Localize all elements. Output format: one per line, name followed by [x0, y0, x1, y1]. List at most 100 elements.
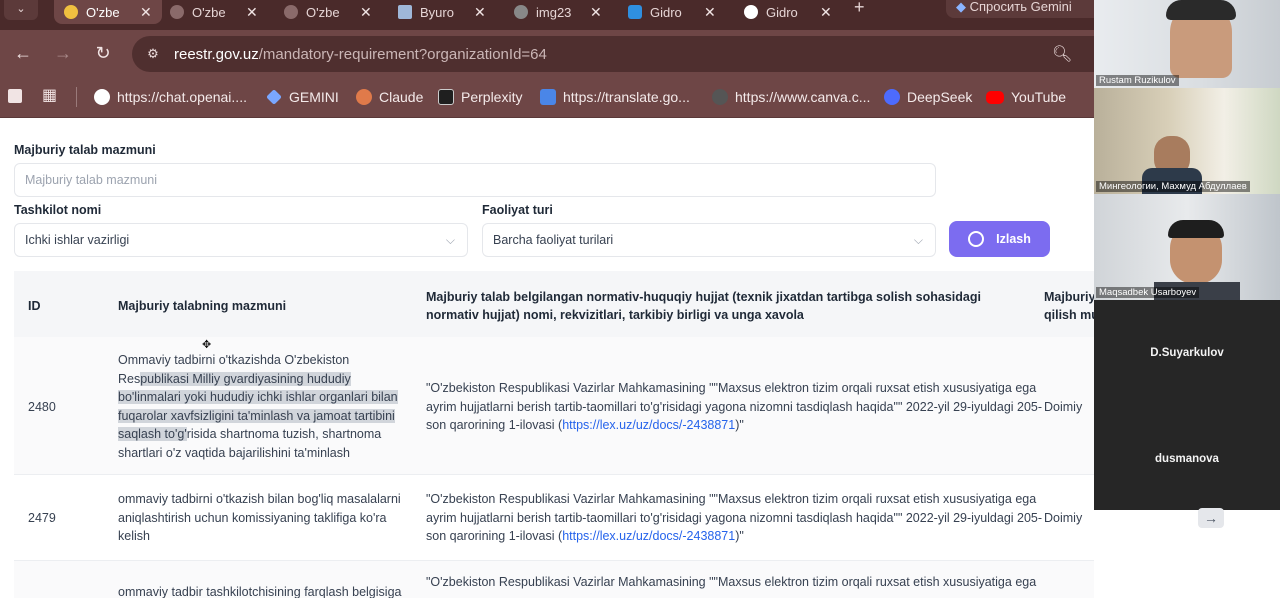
tab-title: img23	[536, 4, 572, 20]
bookmark-chatgpt[interactable]: https://chat.openai....	[94, 86, 247, 108]
close-icon[interactable]: ✕	[820, 4, 832, 21]
bookmark-canva[interactable]: https://www.canva.c...	[712, 86, 870, 108]
content-line: shartlari o'z vaqtida bajarilishini ta'm…	[118, 445, 350, 460]
checkbox-icon[interactable]	[8, 89, 22, 103]
document-line: "O'zbekiston Respublikasi Vazirlar Mahka…	[426, 381, 1037, 395]
search-button[interactable]: Izlash	[949, 221, 1050, 257]
browser-tab-5[interactable]: img23 ✕	[504, 0, 612, 24]
column-header-term-line2: qilish mu	[1044, 308, 1094, 322]
tab-title: O'zbe	[192, 4, 226, 20]
browser-tab-bar: ⌄ O'zbe ✕ O'zbe ✕ O'zbe ✕ Byuro ✕ img23 …	[0, 0, 1280, 30]
close-icon[interactable]: ✕	[360, 4, 372, 21]
tab-favicon-icon	[64, 5, 78, 19]
browser-tab-3[interactable]: O'zbe ✕	[274, 0, 382, 24]
content-search-input[interactable]: Majburiy talab mazmuni	[14, 163, 936, 197]
row-id: 2480	[28, 400, 56, 414]
globe-icon	[712, 89, 728, 105]
document-text: )"	[735, 529, 744, 543]
perplexity-icon	[438, 89, 454, 105]
content-filter-label: Majburiy talab mazmuni	[14, 143, 156, 157]
video-call-panel: Rustam Ruzikulov Мингеологии, Махмуд Абд…	[1094, 0, 1280, 510]
bookmark-translate[interactable]: https://translate.go...	[540, 86, 690, 108]
tab-favicon-icon	[628, 5, 642, 19]
table-row[interactable]: 2479 ommaviy tadbirni o'tkazish bilan bo…	[14, 475, 1094, 561]
bookmark-deepseek[interactable]: DeepSeek	[884, 86, 972, 108]
document-text: )"	[735, 418, 744, 432]
row-content[interactable]: Ommaviy tadbirni o'tkazishda O'zbekiston…	[118, 351, 408, 462]
lex-uz-link[interactable]: https://lex.uz/uz/docs/-2438871	[562, 529, 735, 543]
participant-tile[interactable]: Rustam Ruzikulov	[1094, 0, 1280, 88]
participant-tile[interactable]: Мингеологии, Махмуд Абдуллаев	[1094, 88, 1280, 194]
column-header-document: Majburiy talab belgilangan normativ-huqu…	[426, 290, 981, 322]
table-header: ID Majburiy talabning mazmuni Majburiy t…	[14, 271, 1094, 337]
google-translate-icon	[540, 89, 556, 105]
apps-grid-icon[interactable]: ▦	[42, 87, 60, 105]
bookmark-youtube[interactable]: YouTube	[986, 86, 1066, 108]
bookmark-gemini[interactable]: GEMINI	[266, 86, 339, 108]
lex-uz-link[interactable]: https://lex.uz/uz/docs/-2438871	[562, 418, 735, 432]
tab-title: O'zbe	[306, 4, 340, 20]
selected-text: fuqarolar xavfsizligini ta'minlash va ja…	[118, 408, 395, 423]
tab-favicon-icon	[744, 5, 758, 19]
bookmark-label: https://www.canva.c...	[735, 89, 871, 105]
close-icon[interactable]: ✕	[590, 4, 602, 21]
row-document: "O'zbekiston Respublikasi Vazirlar Mahka…	[426, 490, 1043, 546]
participant-tile[interactable]: dusmanova	[1094, 405, 1280, 510]
site-settings-icon[interactable]: ⚙	[144, 45, 162, 63]
document-text: son qarorining 1-ilovasi (	[426, 418, 563, 432]
close-icon[interactable]: ✕	[140, 4, 152, 21]
participant-tile[interactable]: D.Suyarkulov	[1094, 300, 1280, 405]
table-row[interactable]: 2480 Ommaviy tadbirni o'tkazishda O'zbek…	[14, 337, 1094, 475]
document-line: son qarorining 1-ilovasi (https://lex.uz…	[426, 416, 1036, 435]
browser-tab-1[interactable]: O'zbe ✕	[54, 0, 162, 24]
row-document: "O'zbekiston Respublikasi Vazirlar Mahka…	[426, 379, 1043, 435]
table-row[interactable]: ommaviy tadbir tashkilotchisining farqla…	[14, 561, 1094, 598]
tab-title: Byuro	[420, 4, 454, 20]
page-content: Majburiy talab mazmuni Majburiy talab ma…	[0, 119, 1094, 598]
page-right-margin	[1094, 510, 1280, 598]
bookmark-label: DeepSeek	[907, 89, 973, 105]
search-icon	[968, 231, 985, 247]
participant-video	[1094, 88, 1280, 194]
zoom-magnifier-icon[interactable]: 🔍︎	[1052, 44, 1072, 64]
participant-hair	[1166, 0, 1236, 20]
participant-tile[interactable]: Maqsadbek Usarboyev	[1094, 194, 1280, 300]
tab-title: Gidro	[766, 4, 798, 20]
browser-tab-7[interactable]: Gidro ✕	[734, 0, 842, 24]
close-icon[interactable]: ✕	[246, 4, 258, 21]
ask-gemini-button[interactable]: ◆ Спросить Gemini	[946, 0, 1106, 18]
forward-arrow-icon[interactable]: →	[52, 42, 74, 64]
row-arrow-right-icon[interactable]: →	[1198, 508, 1224, 528]
row-term: Doimiy	[1044, 511, 1083, 525]
reload-icon[interactable]: ↻	[92, 42, 114, 64]
url-text[interactable]: reestr.gov.uz/mandatory-requirement?orga…	[174, 46, 547, 63]
bookmark-label: https://translate.go...	[563, 89, 690, 105]
bookmark-label: Claude	[379, 89, 424, 105]
bookmark-perplexity[interactable]: Perplexity	[438, 86, 522, 108]
bookmark-label: YouTube	[1011, 89, 1067, 105]
close-icon[interactable]: ✕	[704, 4, 716, 21]
browser-tab-2[interactable]: O'zbe ✕	[160, 0, 268, 24]
document-line: "O'zbekiston Respublikasi Vazirlar Mahka…	[426, 492, 1037, 506]
document-line: ayrim hujjatlarni berish tartib-taomilla…	[426, 399, 1043, 414]
back-arrow-icon[interactable]: ←	[12, 42, 34, 64]
new-tab-plus-icon[interactable]: +	[854, 0, 865, 16]
close-icon[interactable]: ✕	[474, 4, 486, 21]
organization-select[interactable]: Ichki ishlar vazirligi ⌵	[14, 223, 468, 257]
tab-search-dropdown[interactable]: ⌄	[4, 0, 38, 20]
address-bar[interactable]: ⚙ reestr.gov.uz/mandatory-requirement?or…	[132, 36, 1112, 72]
column-header-id: ID	[28, 299, 41, 313]
selected-text: bo'linmalari yoki hududiy ichki ishlar o…	[118, 390, 398, 404]
bookmark-claude[interactable]: Claude	[356, 86, 423, 108]
browser-nav-bar: ← → ↻ ⚙ reestr.gov.uz/mandatory-requirem…	[0, 30, 1280, 78]
column-header-content: Majburiy talabning mazmuni	[118, 299, 287, 313]
browser-tab-6[interactable]: Gidro ✕	[618, 0, 726, 24]
activity-type-select[interactable]: Barcha faoliyat turilari ⌵	[482, 223, 936, 257]
document-line: ayrim hujjatlarni berish tartib-taomilla…	[426, 510, 1043, 525]
participant-name: D.Suyarkulov	[1150, 347, 1224, 359]
row-document: "O'zbekiston Respublikasi Vazirlar Mahka…	[426, 575, 1037, 589]
browser-tab-4[interactable]: Byuro ✕	[388, 0, 496, 24]
participant-name: dusmanova	[1155, 453, 1219, 465]
bookmark-label: https://chat.openai....	[117, 89, 247, 105]
content-line: aniqlashtirish uchun komissiyaning takli…	[118, 510, 387, 525]
